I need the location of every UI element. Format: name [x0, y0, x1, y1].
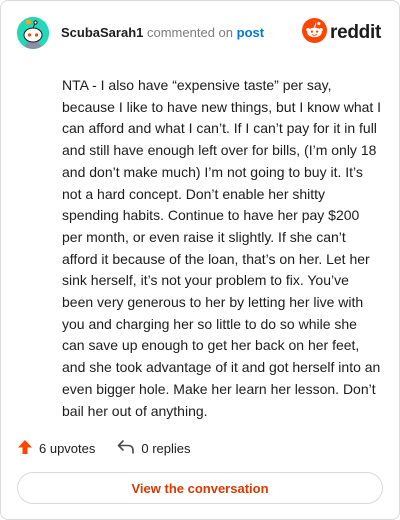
reply-count: 0 replies [141, 440, 191, 456]
comment-card: ScubaSarah1 commented on post reddit NTA… [0, 0, 400, 520]
reddit-logo-icon [302, 18, 328, 48]
upvote-arrow-icon [17, 439, 33, 458]
comment-actions: 6 upvotes 0 replies [17, 438, 191, 458]
snoo-avatar-icon[interactable] [17, 17, 49, 49]
reply-icon [117, 439, 135, 458]
post-link[interactable]: post [237, 25, 264, 40]
comment-header: ScubaSarah1 commented on post reddit [17, 15, 383, 51]
action-text: commented on [147, 25, 233, 40]
view-conversation-button[interactable]: View the conversation [17, 472, 383, 504]
comment-body: NTA - I also have “expensive taste” per … [62, 77, 382, 419]
upvote-count: 6 upvotes [39, 440, 96, 456]
comment-byline: ScubaSarah1 commented on post [61, 25, 264, 40]
upvote-button[interactable]: 6 upvotes [17, 439, 95, 458]
reddit-wordmark: reddit [330, 22, 381, 43]
reddit-logo[interactable]: reddit [302, 18, 381, 48]
reply-button[interactable]: 0 replies [117, 439, 191, 458]
username-link[interactable]: ScubaSarah1 [61, 25, 143, 40]
